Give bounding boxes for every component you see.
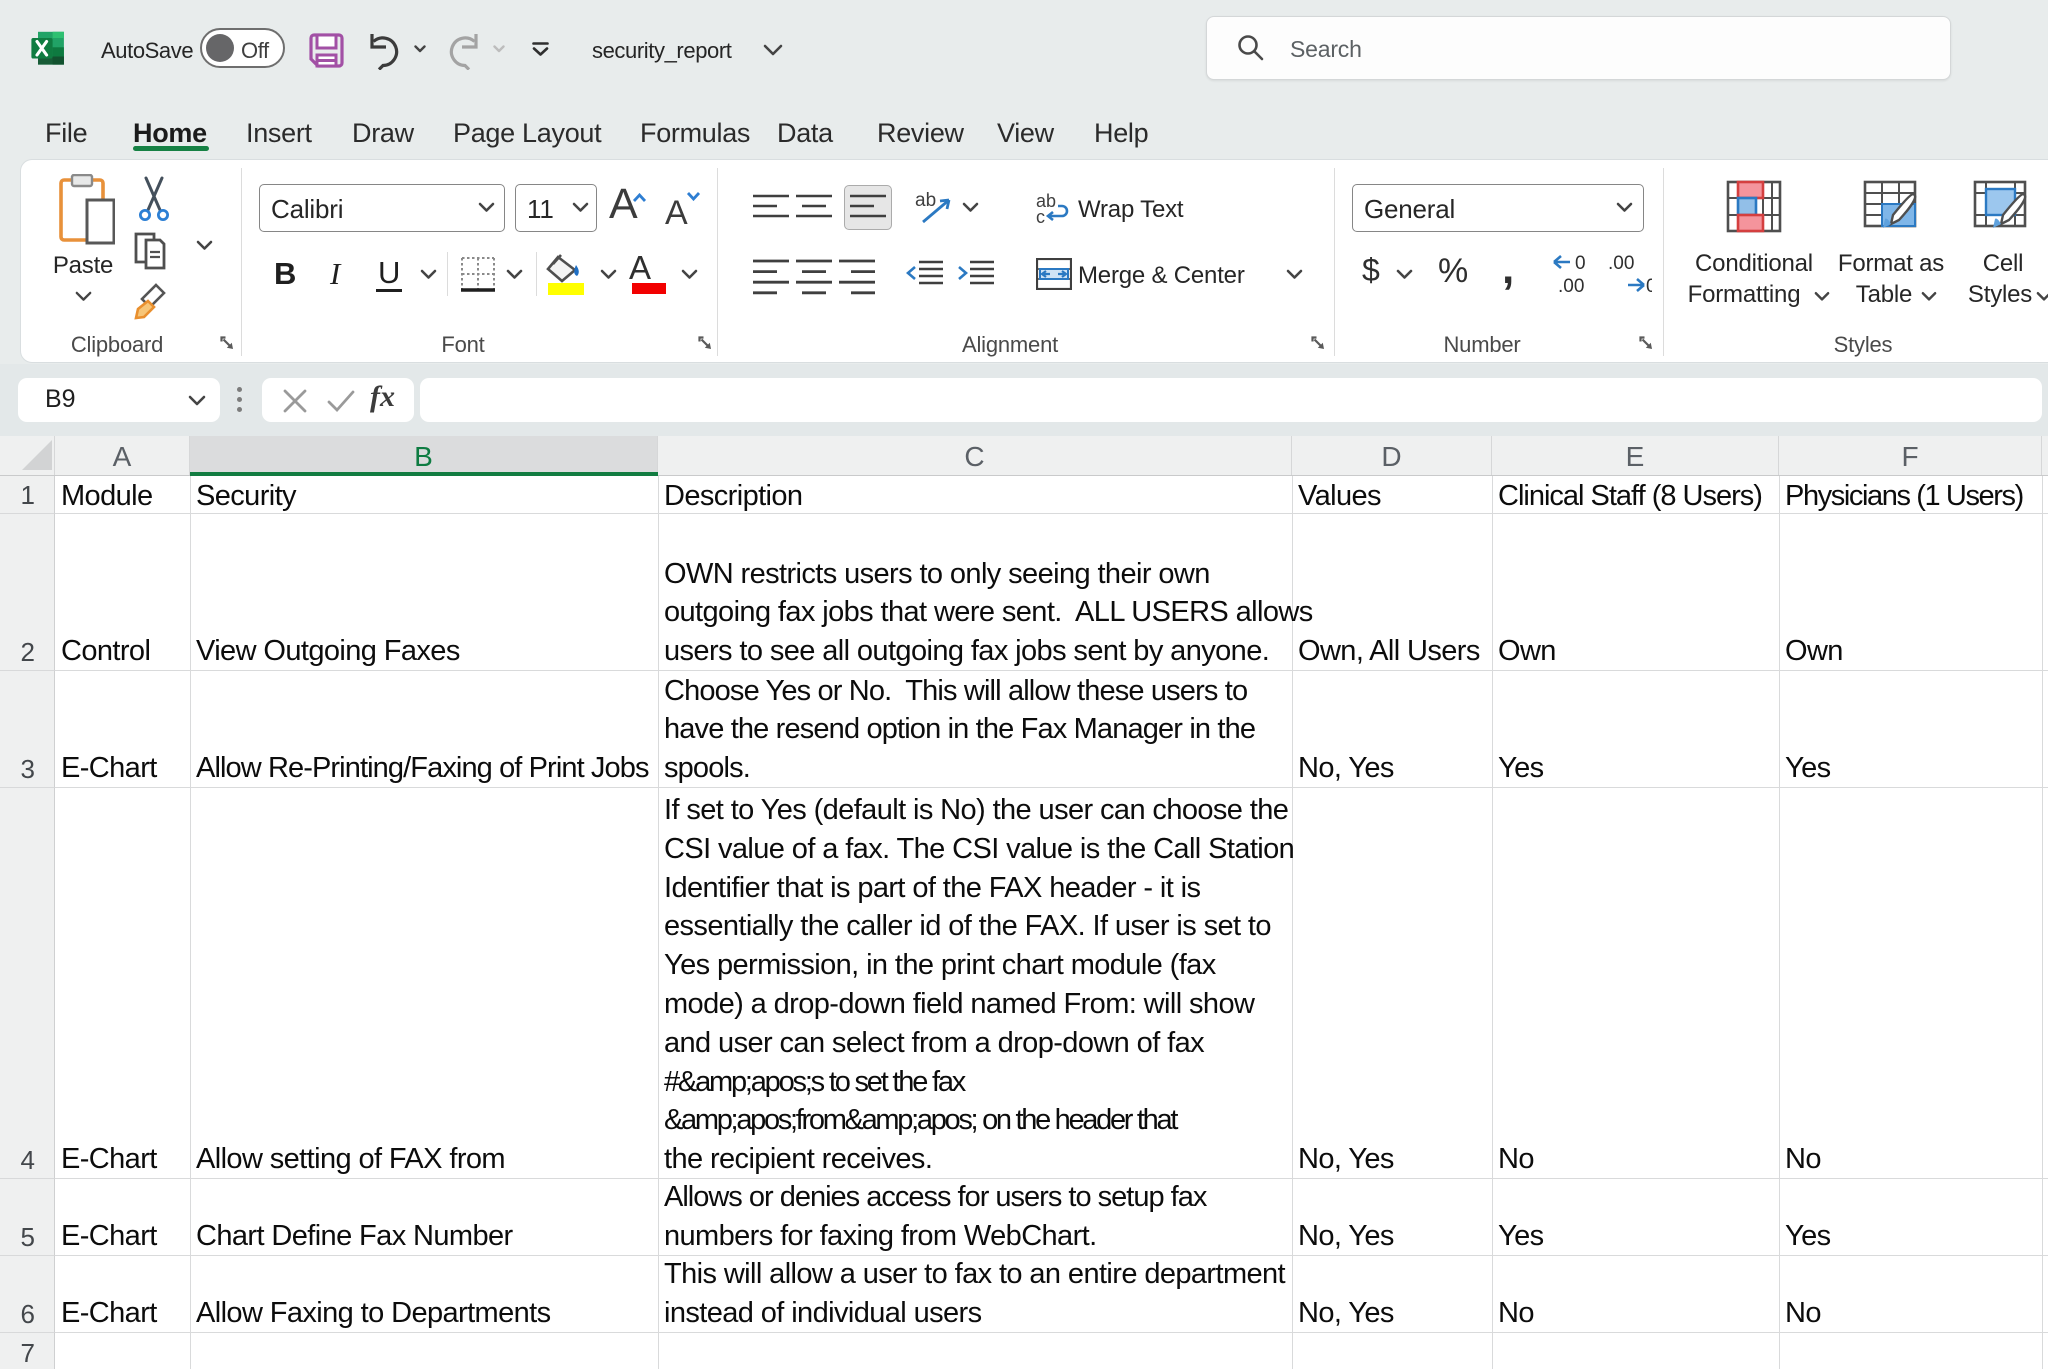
svg-text:.00: .00 xyxy=(1608,254,1634,274)
svg-text:.00: .00 xyxy=(1558,276,1584,294)
svg-text:c: c xyxy=(1036,207,1045,224)
svg-text:ab: ab xyxy=(915,190,936,211)
svg-text:0: 0 xyxy=(1575,254,1586,274)
svg-text:0: 0 xyxy=(1646,276,1652,294)
